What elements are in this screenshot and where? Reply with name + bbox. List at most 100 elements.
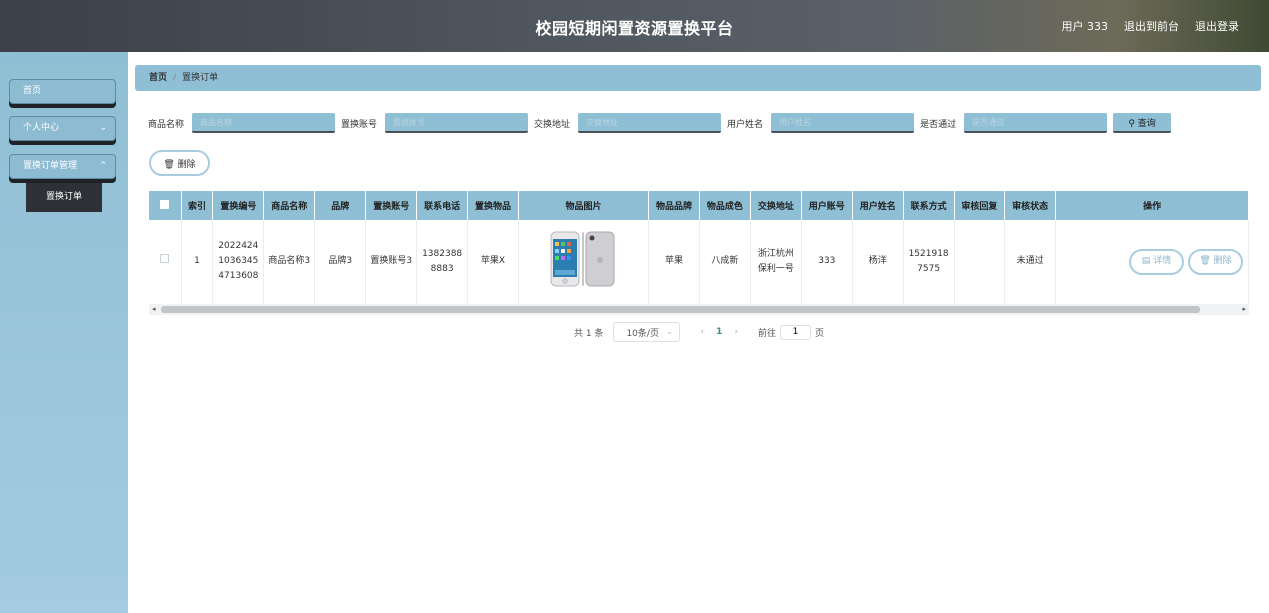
cell-user-name: 杨洋 [852, 220, 904, 305]
breadcrumb-current: 置换订单 [182, 73, 219, 83]
horizontal-scrollbar[interactable]: ◂ ▸ [149, 304, 1249, 315]
pagination: 共 1 条 10条/页 ⌄ ‹ 1 › 前往 页 [574, 322, 824, 342]
detail-button[interactable]: ▤ 详情 [1129, 248, 1184, 275]
goto-label: 前往 [757, 328, 776, 339]
cell-order-no: 20224241036345 4713608 [212, 220, 265, 305]
orders-table-wrapper: 索引 置换编号 商品名称 品牌 置换账号 联系电话 置换物品 物品图片 物品品牌… [149, 191, 1249, 315]
cell-brand: 品牌3 [314, 220, 367, 305]
select-all-checkbox[interactable] [160, 199, 170, 209]
trash-icon: 🗑 [163, 159, 175, 170]
chevron-down-icon: ⌄ [99, 123, 107, 133]
search-label: 用户姓名 [727, 119, 764, 130]
column-header: 物品图片 [518, 191, 649, 220]
search-label: 商品名称 [148, 119, 185, 130]
phone-image [550, 231, 615, 287]
current-page[interactable]: 1 [716, 327, 722, 337]
scroll-left-icon[interactable]: ◂ [152, 304, 156, 315]
sidebar-item-personal[interactable]: 个人中心 ⌄ [9, 116, 116, 141]
sidebar-item-orders-mgmt[interactable]: 置换订单管理 ⌃ [9, 154, 116, 179]
sidebar-subitem-orders[interactable]: 置换订单 [26, 183, 102, 212]
sidebar-item-label: 首页 [23, 86, 42, 96]
cell-index: 1 [181, 220, 214, 305]
cell-address: 浙江杭州保利一号 [750, 220, 802, 305]
column-header: 置换编号 [212, 191, 265, 220]
page-size-value: 10条/页 [626, 328, 659, 339]
logout-link[interactable]: 退出登录 [1195, 18, 1239, 34]
column-header: 用户账号 [801, 191, 853, 220]
column-header: 交换地址 [750, 191, 802, 220]
column-header: 商品名称 [263, 191, 316, 220]
breadcrumb-home[interactable]: 首页 [149, 73, 167, 83]
cell-phone: 13823888883 [416, 220, 469, 305]
column-header: 联系电话 [416, 191, 469, 220]
column-header: 物品品牌 [648, 191, 700, 220]
back-to-front-link[interactable]: 退出到前台 [1124, 18, 1179, 34]
cell-condition: 八成新 [699, 220, 751, 305]
breadcrumb: 首页 / 置换订单 [135, 65, 1261, 91]
bulk-delete-button[interactable]: 🗑 删除 [149, 150, 210, 176]
column-header: 品牌 [314, 191, 367, 220]
query-button-label: 查询 [1137, 118, 1156, 129]
table-row: 1 20224241036345 4713608 商品名称3 品牌3 置换账号3… [149, 220, 1249, 305]
document-icon: ▤ [1141, 256, 1151, 267]
sidebar-item-home[interactable]: 首页 [9, 79, 116, 104]
chevron-down-icon: ⌄ [665, 327, 674, 337]
trash-icon: 🗑 [1199, 256, 1211, 267]
search-field-username: 用户姓名 [727, 113, 915, 133]
cell-user-account: 333 [801, 220, 853, 305]
search-field-address: 交换地址 [534, 113, 722, 133]
row-delete-button[interactable]: 🗑 删除 [1188, 248, 1243, 275]
search-field-account: 置换账号 [341, 113, 529, 133]
delete-button-label: 删除 [177, 159, 196, 170]
address-input[interactable] [578, 113, 722, 133]
search-label: 是否通过 [920, 119, 957, 130]
search-label: 交换地址 [534, 119, 571, 130]
user-label[interactable]: 用户 333 [1062, 18, 1109, 34]
page-size-select[interactable]: 10条/页 ⌄ [613, 322, 681, 342]
scroll-right-icon[interactable]: ▸ [1242, 304, 1246, 315]
row-select-cell[interactable] [149, 220, 182, 305]
cell-review-reply [954, 220, 1006, 305]
cell-actions: ▤ 详情 🗑 删除 [1055, 220, 1249, 305]
goto-page-input[interactable] [779, 324, 811, 340]
row-checkbox[interactable] [160, 254, 170, 264]
cell-item-image [518, 220, 649, 305]
cell-swap-account: 置换账号3 [365, 220, 418, 305]
search-label: 置换账号 [341, 119, 378, 130]
column-header: 置换物品 [467, 191, 519, 220]
chevron-up-icon: ⌃ [99, 161, 107, 171]
column-header: 用户姓名 [852, 191, 904, 220]
cell-contact: 15219187575 [903, 220, 955, 305]
search-form: 商品名称 置换账号 交换地址 用户姓名 是否通过 ⚲ 查询 [148, 112, 1172, 134]
scrollbar-thumb[interactable] [161, 306, 1200, 313]
column-header: 操作 [1055, 191, 1249, 220]
column-header: 审核状态 [1004, 191, 1057, 220]
search-icon: ⚲ [1128, 118, 1135, 129]
main-content: 首页 / 置换订单 商品名称 置换账号 交换地址 用户姓名 是否通过 ⚲ 查询 🗑 [128, 52, 1269, 613]
column-header: 物品成色 [699, 191, 751, 220]
delete-label: 删除 [1213, 256, 1232, 267]
sidebar: 首页 个人中心 ⌄ 置换订单管理 ⌃ 置换订单 [0, 52, 128, 613]
approval-status-input[interactable] [964, 113, 1108, 133]
top-header: 校园短期闲置资源置换平台 用户 333 退出到前台 退出登录 [0, 0, 1269, 52]
header-nav: 用户 333 退出到前台 退出登录 [1062, 18, 1240, 34]
next-page-icon[interactable]: › [734, 327, 738, 337]
select-all-cell[interactable] [149, 191, 182, 220]
table-header-row: 索引 置换编号 商品名称 品牌 置换账号 联系电话 置换物品 物品图片 物品品牌… [149, 191, 1249, 220]
sidebar-item-label: 置换订单管理 [23, 161, 78, 171]
total-count: 共 1 条 [574, 328, 604, 339]
breadcrumb-separator: / [173, 73, 177, 83]
cell-review-status: 未通过 [1004, 220, 1057, 305]
user-name-input[interactable] [771, 113, 915, 133]
swap-account-input[interactable] [385, 113, 529, 133]
sidebar-item-label: 个人中心 [23, 123, 60, 133]
cell-product-name: 商品名称3 [263, 220, 316, 305]
product-name-input[interactable] [192, 113, 336, 133]
prev-page-icon[interactable]: ‹ [700, 327, 704, 337]
detail-label: 详情 [1153, 256, 1172, 267]
column-header: 索引 [181, 191, 214, 220]
query-button[interactable]: ⚲ 查询 [1113, 113, 1172, 133]
cell-swap-item: 苹果X [467, 220, 519, 305]
page-unit: 页 [814, 328, 824, 339]
column-header: 审核回复 [954, 191, 1006, 220]
